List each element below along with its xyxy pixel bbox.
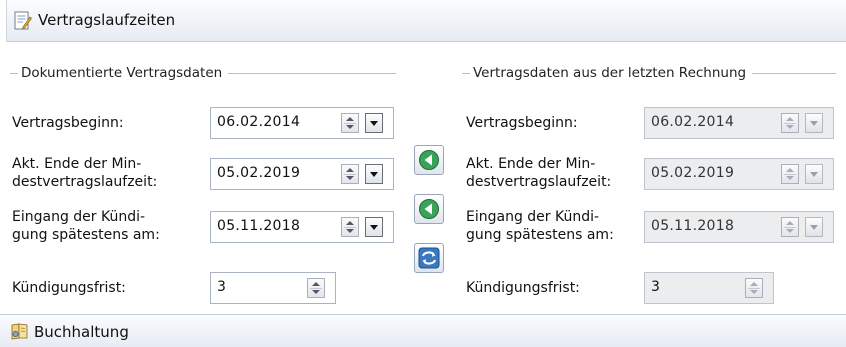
spinner-divider — [784, 174, 796, 175]
spin-down-icon — [346, 176, 354, 180]
spin-up-icon — [750, 282, 758, 286]
chevron-down-icon — [370, 172, 378, 177]
label-line: destvertragslaufzeit: — [12, 174, 158, 190]
legend-line — [752, 72, 836, 74]
spinner-divider — [344, 227, 356, 228]
label-line: Akt. Ende der Min- — [466, 156, 596, 172]
date-dropdown-button — [805, 217, 823, 237]
swap-button[interactable] — [414, 243, 444, 273]
label-line: destvertragslaufzeit: — [466, 174, 612, 190]
document-edit-icon — [14, 11, 32, 35]
spin-down-icon — [786, 176, 794, 180]
date-dropdown-button — [805, 113, 823, 133]
arrow-left-icon — [419, 150, 439, 170]
header-edge — [0, 0, 7, 42]
spin-down-icon — [346, 229, 354, 233]
date-dropdown-button — [805, 164, 823, 184]
spinner-divider — [748, 288, 760, 289]
label-vertragsbeginn: Vertragsbeginn: — [466, 115, 578, 131]
legend-line — [228, 72, 396, 74]
date-spinner — [781, 217, 799, 237]
spinner-divider — [344, 174, 356, 175]
invoice-notice-period: 3 — [644, 272, 774, 304]
label-line: gung spätestens am: — [466, 227, 614, 243]
contract-start-date-input[interactable]: 06.02.2014 — [210, 107, 394, 139]
fieldset-legend-invoice: Vertragsdaten aus der letzten Rechnung — [462, 64, 842, 82]
label-akt-ende: Akt. Ende der Min- destvertragslaufzeit: — [466, 155, 611, 191]
section-header-vertragslaufzeiten[interactable]: Vertragslaufzeiten — [0, 0, 846, 42]
number-value: 3 — [217, 279, 226, 295]
label-kuendigung-eingang: Eingang der Kündi- gung spätestens am: — [466, 208, 614, 244]
date-dropdown-button[interactable] — [365, 113, 383, 133]
accounting-book-icon — [10, 322, 30, 344]
spin-down-icon — [786, 125, 794, 129]
chevron-down-icon — [810, 225, 818, 230]
legend-text: Dokumentierte Vertragsdaten — [21, 65, 223, 81]
date-spinner — [781, 113, 799, 133]
spin-up-icon — [346, 221, 354, 225]
label-kuendigungsfrist: Kündigungsfrist: — [466, 280, 580, 296]
spinner-divider — [344, 123, 356, 124]
swap-icon — [418, 247, 440, 269]
legend-text: Vertragsdaten aus der letzten Rechnung — [473, 65, 747, 81]
label-kuendigungsfrist: Kündigungsfrist: — [12, 280, 126, 296]
notice-period-input[interactable]: 3 — [210, 272, 336, 304]
label-line: gung spätestens am: — [12, 227, 160, 243]
chevron-down-icon — [810, 121, 818, 126]
invoice-minimum-term-end-date: 05.02.2019 — [644, 158, 834, 190]
date-dropdown-button[interactable] — [365, 164, 383, 184]
number-value: 3 — [651, 279, 660, 295]
spin-down-icon — [786, 229, 794, 233]
date-value: 05.11.2018 — [651, 218, 735, 234]
spinner-divider — [784, 123, 796, 124]
invoice-notice-deadline-date: 05.11.2018 — [644, 211, 834, 243]
spin-up-icon — [786, 221, 794, 225]
arrow-left-icon — [419, 199, 439, 219]
fieldset-legend-documented: Dokumentierte Vertragsdaten — [10, 64, 402, 82]
notice-deadline-date-input[interactable]: 05.11.2018 — [210, 211, 394, 243]
date-spinner[interactable] — [341, 164, 359, 184]
number-spinner[interactable] — [307, 278, 325, 298]
copy-left-button[interactable] — [414, 145, 444, 175]
spin-up-icon — [346, 117, 354, 121]
date-spinner[interactable] — [341, 217, 359, 237]
section-header-buchhaltung[interactable]: Buchhaltung — [0, 314, 846, 347]
label-akt-ende: Akt. Ende der Min- destvertragslaufzeit: — [12, 155, 157, 191]
spin-up-icon — [312, 282, 320, 286]
legend-line — [462, 72, 470, 74]
section-title: Buchhaltung — [34, 323, 129, 341]
date-value: 05.11.2018 — [217, 218, 301, 234]
date-value: 05.02.2019 — [217, 165, 301, 181]
spin-up-icon — [346, 168, 354, 172]
date-value: 05.02.2019 — [651, 165, 735, 181]
spinner-divider — [310, 288, 322, 289]
spin-up-icon — [786, 168, 794, 172]
spin-down-icon — [750, 290, 758, 294]
date-value: 06.02.2014 — [651, 114, 735, 130]
invoice-contract-start-date: 06.02.2014 — [644, 107, 834, 139]
date-value: 06.02.2014 — [217, 114, 301, 130]
chevron-down-icon — [370, 225, 378, 230]
spinner-divider — [784, 227, 796, 228]
label-line: Eingang der Kündi- — [466, 209, 600, 225]
date-spinner[interactable] — [341, 113, 359, 133]
spin-down-icon — [346, 125, 354, 129]
spin-down-icon — [312, 290, 320, 294]
label-line: Akt. Ende der Min- — [12, 156, 142, 172]
copy-left-button-2[interactable] — [414, 194, 444, 224]
legend-line — [10, 72, 18, 74]
chevron-down-icon — [370, 121, 378, 126]
number-spinner — [745, 278, 763, 298]
date-dropdown-button[interactable] — [365, 217, 383, 237]
minimum-term-end-date-input[interactable]: 05.02.2019 — [210, 158, 394, 190]
spin-up-icon — [786, 117, 794, 121]
section-title: Vertragslaufzeiten — [38, 11, 176, 29]
label-kuendigung-eingang: Eingang der Kündi- gung spätestens am: — [12, 208, 160, 244]
label-vertragsbeginn: Vertragsbeginn: — [12, 115, 124, 131]
label-line: Eingang der Kündi- — [12, 209, 146, 225]
chevron-down-icon — [810, 172, 818, 177]
date-spinner — [781, 164, 799, 184]
